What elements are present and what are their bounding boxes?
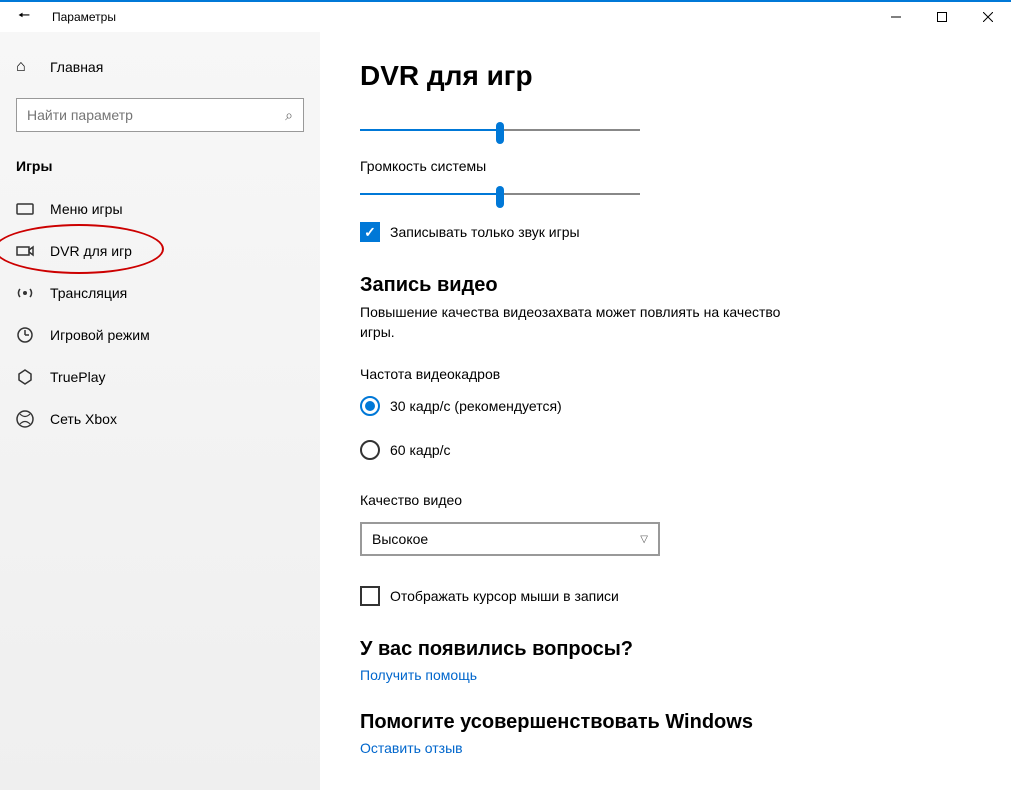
- content-area: DVR для игр Громкость системы Записывать…: [320, 32, 1011, 790]
- sidebar-item-label: TruePlay: [50, 369, 106, 385]
- slider-1[interactable]: [360, 120, 640, 140]
- slider-2[interactable]: [360, 184, 640, 204]
- cursor-checkbox[interactable]: [360, 586, 380, 606]
- search-icon: ⌕: [285, 107, 293, 124]
- feedback-title: Помогите усовершенствовать Windows: [360, 711, 971, 734]
- cursor-label: Отображать курсор мыши в записи: [390, 588, 619, 604]
- gamemode-icon: [16, 326, 34, 344]
- chevron-down-icon: ▽: [640, 534, 648, 545]
- maximize-button[interactable]: [919, 1, 965, 33]
- record-only-game-checkbox[interactable]: [360, 222, 380, 242]
- quality-value: Высокое: [372, 531, 428, 547]
- radio-60fps[interactable]: [360, 440, 380, 460]
- help-title: У вас появились вопросы?: [360, 638, 971, 661]
- sidebar-home[interactable]: ⌂ Главная: [0, 50, 320, 84]
- sidebar-item-gamemode[interactable]: Игровой режим: [0, 314, 320, 356]
- record-only-game-label: Записывать только звук игры: [390, 224, 580, 240]
- sidebar-item-label: DVR для игр: [50, 243, 132, 259]
- close-button[interactable]: [965, 1, 1011, 33]
- gamebar-icon: [16, 200, 34, 218]
- quality-select[interactable]: Высокое ▽: [360, 522, 660, 556]
- quality-label: Качество видео: [360, 492, 971, 508]
- slider-2-label: Громкость системы: [360, 158, 971, 174]
- sidebar-item-label: Сеть Xbox: [50, 411, 117, 427]
- window-title: Параметры: [48, 10, 116, 24]
- sidebar-category: Игры: [0, 150, 320, 188]
- sidebar: ⌂ Главная ⌕ Игры Меню игры DVR для игр Т…: [0, 32, 320, 790]
- radio-30fps[interactable]: [360, 396, 380, 416]
- framerate-label: Частота видеокадров: [360, 366, 971, 382]
- dvr-icon: [16, 242, 34, 260]
- sidebar-item-xbox[interactable]: Сеть Xbox: [0, 398, 320, 440]
- page-title: DVR для игр: [360, 60, 971, 92]
- search-input[interactable]: [27, 107, 285, 123]
- radio-30fps-label: 30 кадр/с (рекомендуется): [390, 398, 562, 414]
- titlebar: 🠔 Параметры: [0, 0, 1011, 32]
- home-icon: ⌂: [16, 58, 34, 76]
- trueplay-icon: [16, 368, 34, 386]
- sidebar-item-dvr[interactable]: DVR для игр: [0, 230, 320, 272]
- feedback-link[interactable]: Оставить отзыв: [360, 740, 463, 756]
- xbox-icon: [16, 410, 34, 428]
- video-section-desc: Повышение качества видеозахвата может по…: [360, 303, 800, 342]
- search-box[interactable]: ⌕: [16, 98, 304, 132]
- radio-60fps-label: 60 кадр/с: [390, 442, 451, 458]
- minimize-button[interactable]: [873, 1, 919, 33]
- sidebar-item-gamebar[interactable]: Меню игры: [0, 188, 320, 230]
- sidebar-item-broadcast[interactable]: Трансляция: [0, 272, 320, 314]
- sidebar-item-label: Игровой режим: [50, 327, 150, 343]
- sidebar-item-trueplay[interactable]: TruePlay: [0, 356, 320, 398]
- video-section-title: Запись видео: [360, 274, 971, 297]
- help-link[interactable]: Получить помощь: [360, 667, 477, 683]
- sidebar-home-label: Главная: [50, 59, 103, 75]
- sidebar-item-label: Меню игры: [50, 201, 123, 217]
- broadcast-icon: [16, 284, 34, 302]
- sidebar-item-label: Трансляция: [50, 285, 127, 301]
- back-button[interactable]: 🠔: [0, 5, 48, 29]
